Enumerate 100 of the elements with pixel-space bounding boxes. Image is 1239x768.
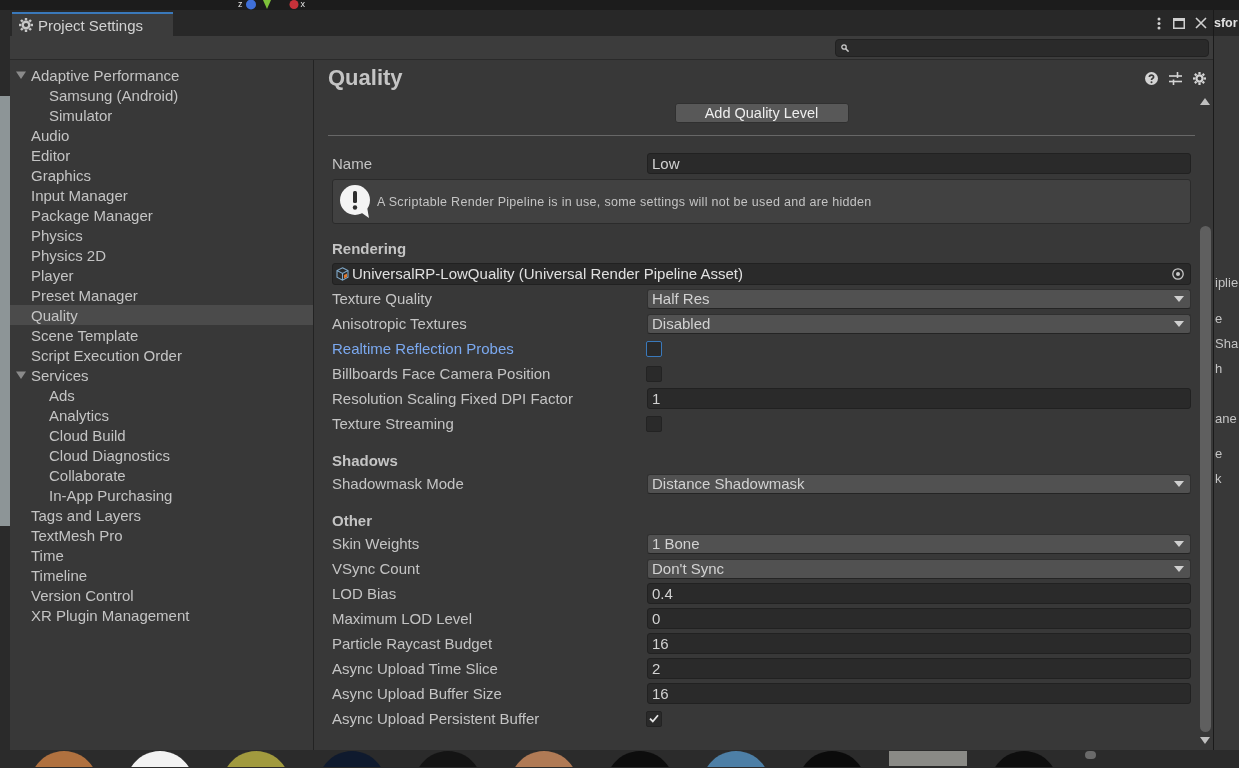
- inspector-text-fragment: e: [1215, 445, 1224, 463]
- setting-label: Name: [332, 155, 373, 172]
- scroll-up-arrow-icon[interactable]: [1200, 98, 1210, 105]
- setting-label: Particle Raycast Budget: [332, 635, 494, 652]
- sidebar-item[interactable]: Ads: [10, 385, 313, 405]
- material-sphere-thumbnail[interactable]: [419, 751, 477, 767]
- inspector-title-fragment: sfor: [1214, 16, 1238, 30]
- sidebar-item[interactable]: Physics 2D: [10, 245, 313, 265]
- axis-gizmo-drawing[interactable]: [244, 0, 299, 10]
- setting-label: Skin Weights: [332, 535, 421, 552]
- setting-label: LOD Bias: [332, 585, 398, 602]
- sidebar-item[interactable]: Audio: [10, 125, 313, 145]
- number-field[interactable]: 0: [647, 608, 1191, 629]
- window-tab[interactable]: Project Settings: [12, 12, 173, 36]
- sidebar-item[interactable]: Tags and Layers: [10, 505, 313, 525]
- gizmo-axis-label: z: [238, 0, 243, 9]
- setting-label: Resolution Scaling Fixed DPI Factor: [332, 390, 574, 407]
- section-heading: Rendering: [331, 239, 408, 259]
- inspector-text-fragment: e: [1215, 310, 1224, 328]
- expand-triangle-icon[interactable]: [16, 70, 26, 80]
- sliders-icon[interactable]: [1169, 71, 1182, 85]
- search-field[interactable]: [835, 38, 1209, 57]
- texture-thumbnail[interactable]: [889, 751, 967, 766]
- sidebar-item[interactable]: Scene Template: [10, 325, 313, 345]
- add-quality-level-button[interactable]: Add Quality Level: [674, 103, 849, 123]
- inspector-text-fragment: ane: [1215, 410, 1238, 428]
- sidebar-item[interactable]: Analytics: [10, 405, 313, 425]
- number-field[interactable]: 16: [647, 683, 1191, 704]
- dropdown[interactable]: 1 Bone: [647, 533, 1191, 554]
- material-sphere-thumbnail[interactable]: [803, 751, 861, 767]
- material-sphere-thumbnail[interactable]: [707, 751, 765, 767]
- number-field[interactable]: 0.4: [647, 583, 1191, 604]
- section-heading: Shadows: [331, 451, 399, 471]
- settings-icon[interactable]: [1193, 71, 1206, 85]
- material-sphere-thumbnail[interactable]: [227, 751, 285, 767]
- material-sphere-thumbnail[interactable]: [323, 751, 381, 767]
- close-icon[interactable]: [1195, 17, 1207, 29]
- sidebar-item[interactable]: Services: [10, 365, 313, 385]
- sidebar-item[interactable]: Cloud Build: [10, 425, 313, 445]
- asset-field[interactable]: UniversalRP-LowQuality (Universal Render Pipeline Asset): [332, 262, 1191, 285]
- sidebar-item[interactable]: Quality: [10, 305, 313, 325]
- sidebar-item[interactable]: Input Manager: [10, 185, 313, 205]
- sidebar-item[interactable]: Time: [10, 545, 313, 565]
- sidebar-item[interactable]: Script Execution Order: [10, 345, 313, 365]
- material-sphere-thumbnail[interactable]: [35, 751, 93, 767]
- material-sphere-thumbnail[interactable]: [995, 751, 1053, 767]
- sidebar-item[interactable]: Cloud Diagnostics: [10, 445, 313, 465]
- number-field[interactable]: 16: [647, 633, 1191, 654]
- setting-label: Async Upload Time Slice: [332, 660, 499, 677]
- caret-down-icon: [1174, 565, 1184, 572]
- material-sphere-thumbnail[interactable]: [515, 751, 573, 767]
- inspector-text-fragment: h: [1215, 360, 1224, 378]
- page-title: Quality: [328, 65, 403, 91]
- setting-label: Billboards Face Camera Position: [332, 365, 552, 382]
- number-field[interactable]: 2: [647, 658, 1191, 679]
- sidebar-item[interactable]: Collaborate: [10, 465, 313, 485]
- sidebar-item[interactable]: Samsung (Android): [10, 85, 313, 105]
- sidebar-item[interactable]: Editor: [10, 145, 313, 165]
- number-field[interactable]: 1: [647, 388, 1191, 409]
- checkbox[interactable]: [646, 710, 662, 727]
- maximize-icon[interactable]: [1173, 17, 1185, 29]
- sidebar-item[interactable]: XR Plugin Management: [10, 605, 313, 625]
- sidebar-item[interactable]: Preset Manager: [10, 285, 313, 305]
- sidebar-item[interactable]: Package Manager: [10, 205, 313, 225]
- sidebar-item[interactable]: Physics: [10, 225, 313, 245]
- gizmo-axis-label: x: [300, 0, 305, 9]
- dropdown[interactable]: Distance Shadowmask: [647, 473, 1191, 494]
- dropdown[interactable]: Half Res: [647, 288, 1191, 309]
- setting-label: Shadowmask Mode: [332, 475, 465, 492]
- alert-bubble-icon: [339, 185, 372, 218]
- cube-icon: [336, 266, 349, 281]
- expand-triangle-icon[interactable]: [16, 370, 26, 380]
- sidebar-item[interactable]: Player: [10, 265, 313, 285]
- more-menu-icon[interactable]: [1157, 16, 1161, 30]
- sidebar-item[interactable]: Simulator: [10, 105, 313, 125]
- material-sphere-thumbnail[interactable]: [611, 751, 669, 767]
- section-heading: Other: [331, 511, 373, 531]
- inspector-text-fragment: Sha: [1215, 335, 1239, 353]
- scrollbar-thumb[interactable]: [1199, 226, 1211, 732]
- sidebar-item[interactable]: In-App Purchasing: [10, 485, 313, 505]
- setting-label: Maximum LOD Level: [332, 610, 474, 627]
- material-sphere-thumbnail[interactable]: [131, 751, 189, 767]
- inspector-text-fragment: iplie: [1215, 274, 1239, 292]
- setting-label: Texture Streaming: [332, 415, 455, 432]
- sidebar-item[interactable]: Graphics: [10, 165, 313, 185]
- help-icon[interactable]: [1145, 71, 1158, 85]
- text-field[interactable]: Low: [647, 153, 1191, 174]
- settings-icon: [19, 18, 33, 32]
- checkbox[interactable]: [646, 340, 662, 357]
- dropdown[interactable]: Disabled: [647, 313, 1191, 334]
- target-icon[interactable]: [1172, 267, 1184, 280]
- scrollbar-thumb[interactable]: [1085, 751, 1096, 759]
- sidebar-item[interactable]: Adaptive Performance: [10, 65, 313, 85]
- scroll-down-arrow-icon[interactable]: [1200, 737, 1210, 744]
- sidebar-item[interactable]: Version Control: [10, 585, 313, 605]
- search-icon: [841, 43, 849, 52]
- setting-label: Anisotropic Textures: [332, 315, 468, 332]
- sidebar-item[interactable]: Timeline: [10, 565, 313, 585]
- sidebar-item[interactable]: TextMesh Pro: [10, 525, 313, 545]
- dropdown[interactable]: Don't Sync: [647, 558, 1191, 579]
